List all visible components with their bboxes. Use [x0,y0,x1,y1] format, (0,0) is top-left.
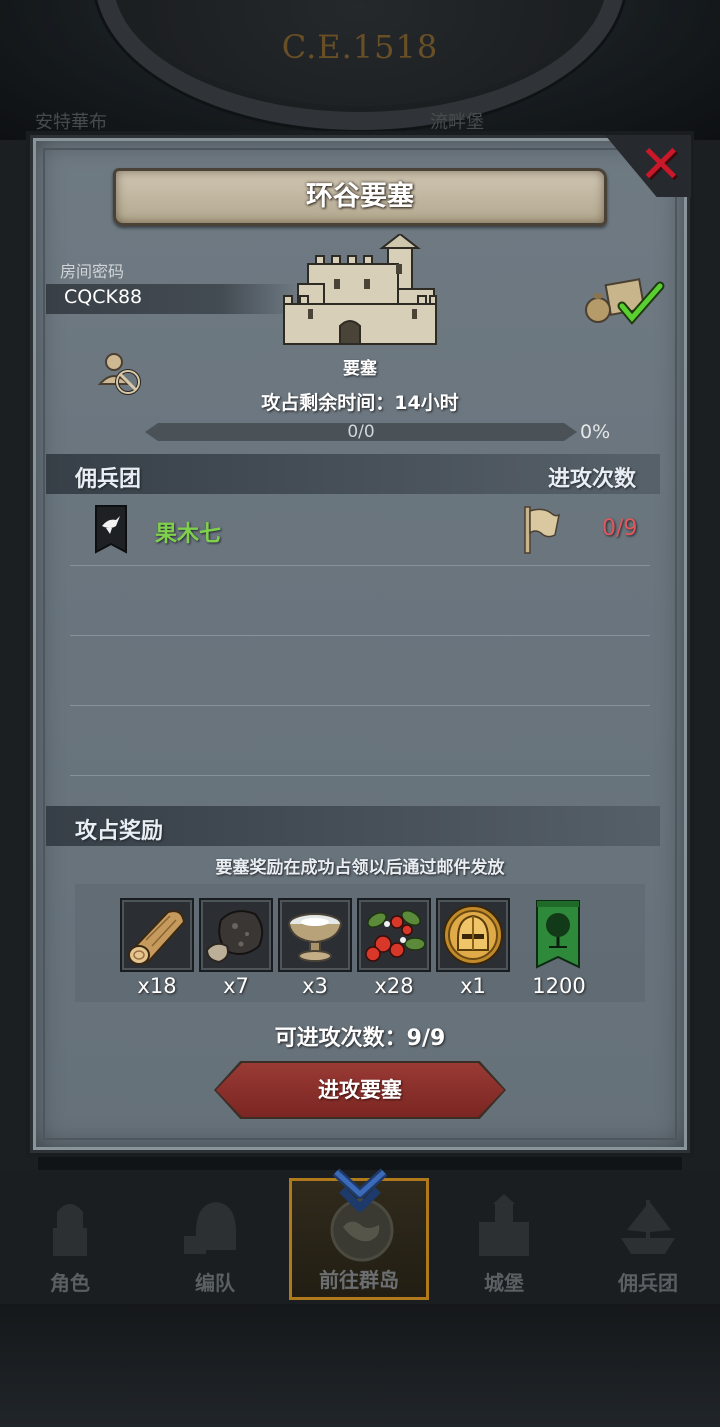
dialog-title: 环谷要塞 [306,181,414,212]
chevron-down-icon [332,1168,388,1212]
nav-item-formation[interactable]: 编队 [145,1178,285,1300]
nav-item-character[interactable]: 角色 [0,1178,140,1300]
reward-slot-wood[interactable] [120,898,194,972]
attacks-remaining: 可进攻次数：9/9 [274,1026,446,1051]
attack-fortress-button-label: 进攻要塞 [318,1078,402,1102]
reward-count-ore: x7 [223,974,249,998]
reward-slot-berries[interactable] [357,898,431,972]
reward-count-renown: 1200 [532,974,586,998]
reward-slot-salt[interactable] [278,898,352,972]
salt-bowl-icon [288,913,342,962]
fortress-label: 要塞 [343,359,377,379]
nav-label-formation: 编队 [195,1271,235,1295]
reward-slot-helmet[interactable] [436,898,510,972]
close-button[interactable]: ✕ [605,135,691,197]
golden-helmet-icon [443,905,503,965]
ore-rock-icon [205,910,264,964]
reward-count-salt: x3 [302,974,328,998]
no-user-icon[interactable] [96,350,144,398]
nav-label-mercenary: 佣兵团 [618,1271,678,1295]
castle-icon [479,1194,529,1256]
reward-delivery-note: 要塞奖励在成功占领以后通过邮件发放 [215,858,505,878]
attacks-column-header: 进攻次数 [548,467,637,492]
nav-item-castle[interactable]: 城堡 [434,1178,574,1300]
knight-icon [53,1204,87,1256]
row-divider [70,705,650,706]
mercenary-attack-count: 0/9 [602,516,638,541]
row-divider [70,775,650,776]
bottom-floor [0,1304,720,1427]
ship-icon [621,1200,675,1254]
wood-log-icon [128,910,186,965]
fortress-icon [283,234,437,345]
nav-label-islands: 前往群岛 [319,1268,399,1292]
reward-count-berries: x28 [374,974,414,998]
room-password-label: 房间密码 [60,262,125,281]
room-code[interactable]: CQCK88 [64,286,142,308]
capture-progress-text: 0/0 [347,422,375,442]
mercenary-member-name[interactable]: 果木七 [155,516,221,548]
helmet-icon [184,1202,236,1254]
mercenary-section-title: 佣兵团 [75,467,142,492]
reward-slot-ore[interactable] [199,898,273,972]
row-divider [70,565,650,566]
nav-item-mercenary[interactable]: 佣兵团 [578,1178,718,1300]
supply-ready-icon[interactable] [584,276,666,326]
capture-progress-percent: 0% [580,421,611,443]
flag-icon [524,506,561,554]
nav-label-castle: 城堡 [484,1271,524,1295]
nav-label-character: 角色 [50,1271,90,1295]
reward-count-wood: x18 [137,974,177,998]
berries-icon [365,910,426,962]
reward-section-title: 攻占奖励 [75,819,164,844]
time-remaining: 攻占剩余时间：14小时 [261,392,459,414]
guild-banner-icon [95,505,127,554]
tree-banner-icon[interactable] [535,899,581,969]
row-divider [70,635,650,636]
close-x-icon: ✕ [639,135,683,195]
reward-count-helmet: x1 [460,974,486,998]
